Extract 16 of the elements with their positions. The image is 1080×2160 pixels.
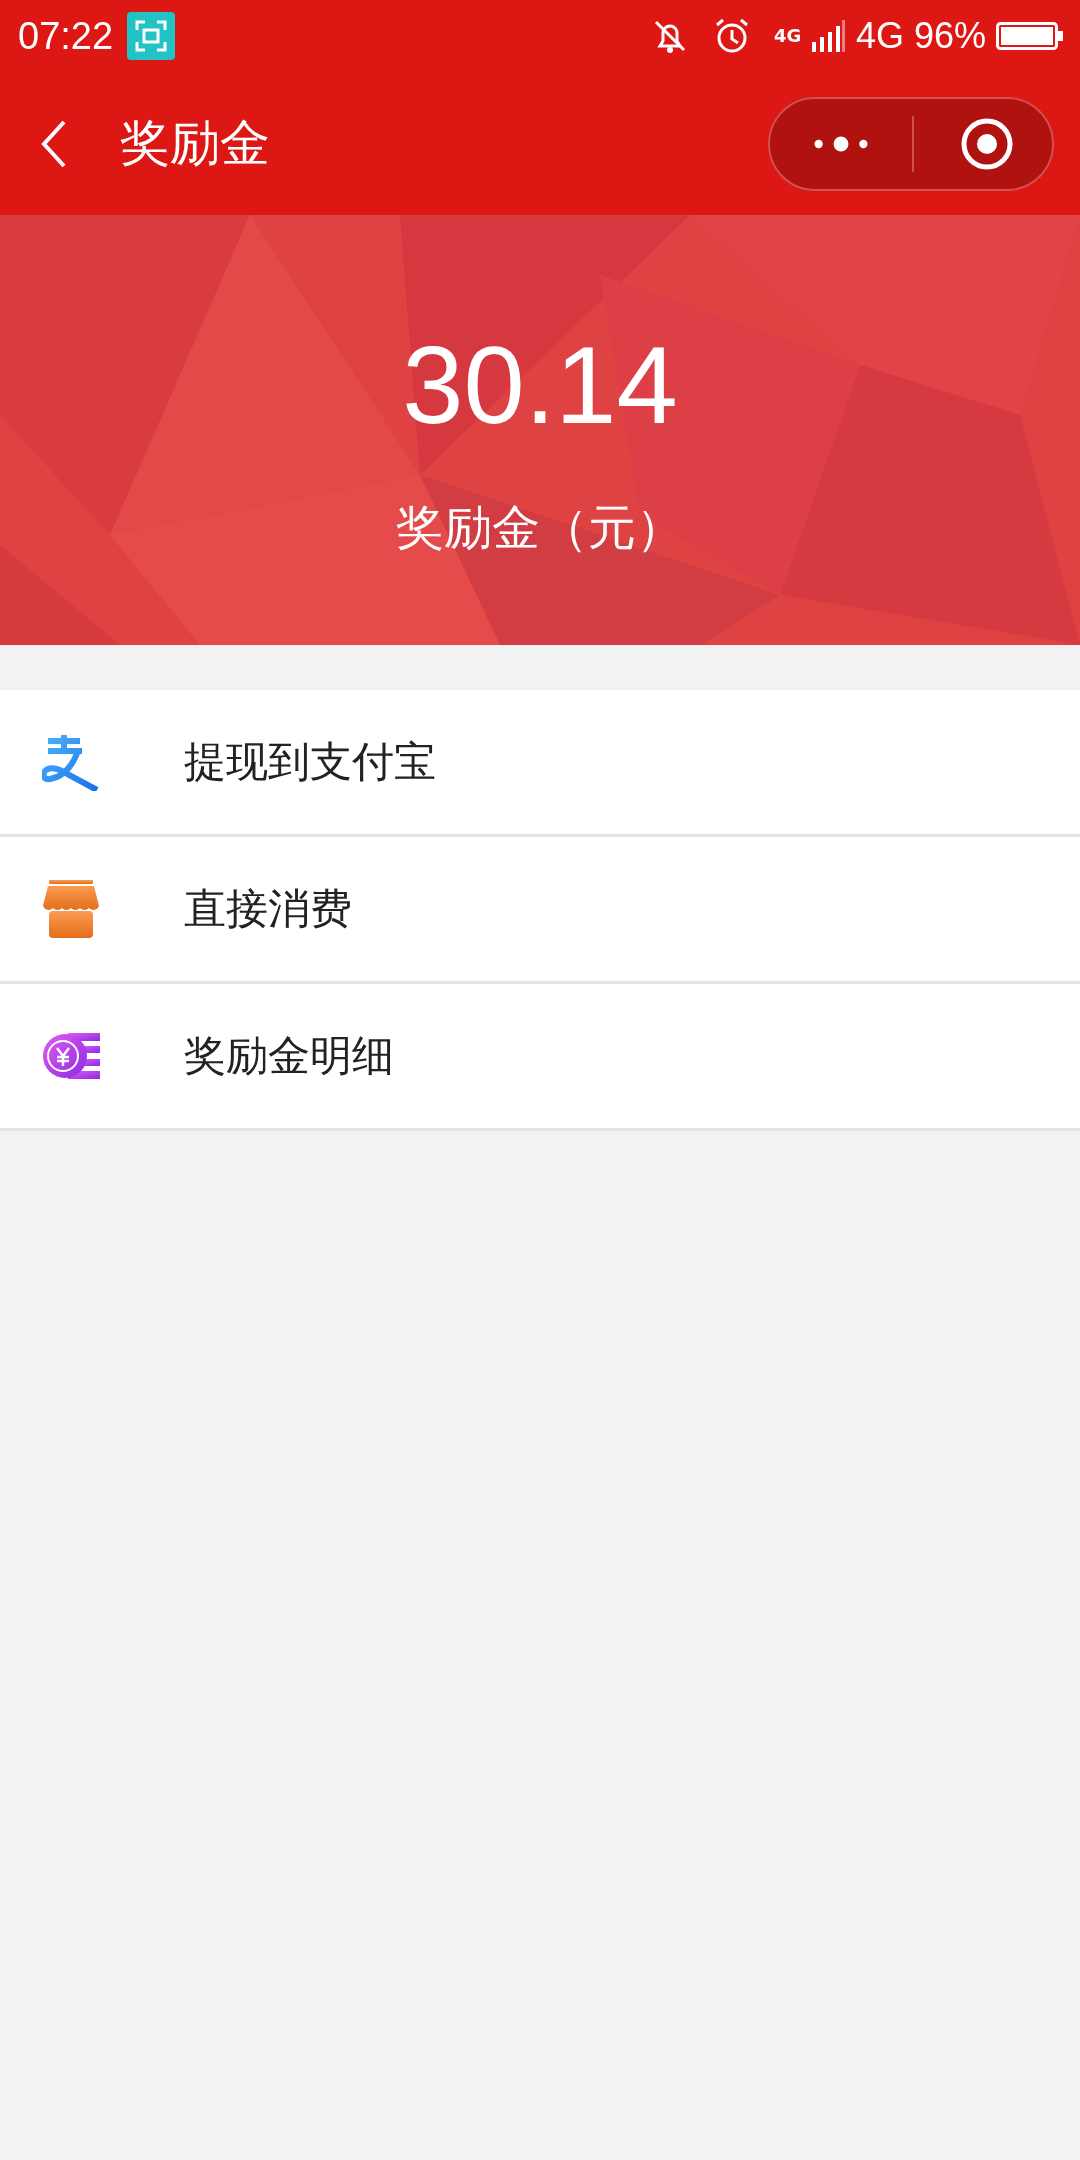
menu-item[interactable]: 提现到支付宝 [0, 690, 1080, 837]
payment-logo-icon [42, 733, 100, 791]
menu-item[interactable]: 直接消费 [0, 837, 1080, 984]
page-title: 奖励金 [120, 113, 270, 174]
battery-icon [996, 22, 1064, 50]
balance-label: 奖励金（元） [396, 498, 684, 557]
shop-icon [42, 880, 100, 938]
status-time: 07:22 [18, 14, 114, 58]
battery-percent: 96% [913, 15, 986, 57]
screenshot-app-icon [127, 12, 176, 60]
network-type: 4G [855, 15, 904, 57]
data-type-label: 4G [773, 27, 800, 45]
menu-item[interactable]: 奖励金明细 [0, 984, 1080, 1131]
balance-amount: 30.14 [402, 330, 678, 440]
close-mini-program-icon[interactable] [960, 116, 1014, 171]
signal-icon [809, 20, 846, 52]
